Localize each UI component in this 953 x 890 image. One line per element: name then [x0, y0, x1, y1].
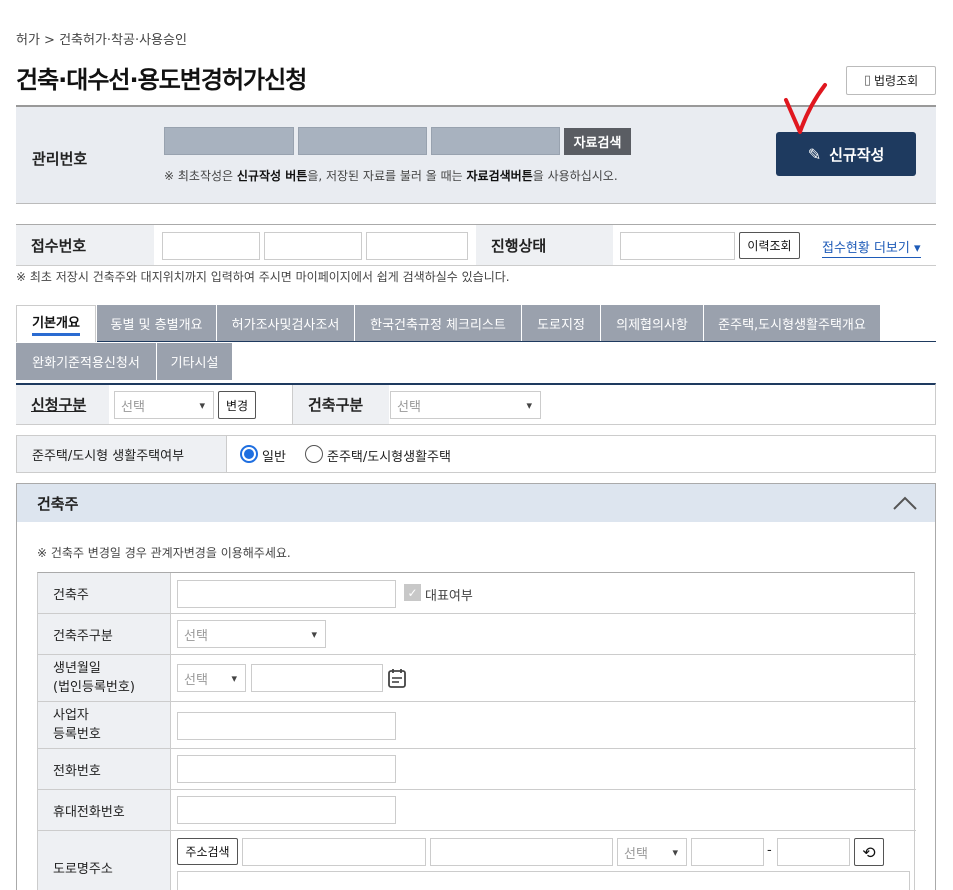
refresh-button[interactable]: ⟲: [854, 838, 884, 866]
status-label: 진행상태: [476, 225, 613, 265]
page-title: 건축·대수선·용도변경허가신청: [16, 66, 307, 94]
management-number-field-1[interactable]: [164, 127, 294, 155]
tab-divider: [97, 341, 936, 342]
build-type-label: 건축구분: [293, 385, 389, 424]
owner-name-field[interactable]: [177, 580, 396, 608]
address-field-3[interactable]: [691, 838, 764, 866]
tab-deemed-consultation[interactable]: 의제협의사항: [601, 305, 703, 342]
radio-urban-housing-label: 준주택/도시형생활주택: [327, 450, 451, 465]
birth-date-label: 생년월일 (법인등록번호): [38, 655, 171, 702]
representative-label: 대표여부: [425, 589, 473, 604]
phone-label: 전화번호: [38, 749, 171, 790]
housing-type-label: 준주택/도시형 생활주택여부: [17, 436, 227, 472]
address-field-2[interactable]: [430, 838, 613, 866]
change-button[interactable]: 변경: [218, 391, 256, 419]
data-search-button[interactable]: 자료검색: [564, 128, 631, 155]
owner-type-label: 건축주구분: [38, 614, 171, 655]
phone-field[interactable]: [177, 755, 396, 783]
tab-inspection-report[interactable]: 허가조사및검사조서: [217, 305, 354, 342]
apply-type-label: 신청구분: [16, 385, 109, 424]
calendar-icon[interactable]: [388, 668, 406, 688]
tab-basic-overview[interactable]: 기본개요: [16, 305, 96, 342]
management-number-field-3[interactable]: [431, 127, 560, 155]
radio-urban-housing[interactable]: [305, 445, 323, 463]
apply-type-select[interactable]: 선택: [114, 391, 214, 419]
address-detail-field[interactable]: [177, 871, 910, 890]
apply-type-row: 신청구분 선택 변경 건축구분 선택: [16, 383, 936, 425]
radio-general-label: 일반: [262, 450, 286, 465]
receipt-row: 접수번호 진행상태 이력조회 접수현황 더보기 ▾: [16, 224, 936, 266]
radio-general[interactable]: [240, 445, 258, 463]
management-number-field-2[interactable]: [298, 127, 427, 155]
birth-date-type-select[interactable]: 선택: [177, 664, 246, 692]
pencil-icon: ✎: [807, 144, 822, 164]
address-field-4[interactable]: [777, 838, 850, 866]
address-search-button[interactable]: 주소검색: [177, 838, 238, 865]
status-field[interactable]: [620, 232, 735, 260]
tab-relaxation-application[interactable]: 완화기준적용신청서: [16, 343, 156, 380]
management-note: ※ 최초작성은 신규작성 버튼을, 저장된 자료를 불러 올 때는 자료검색버튼…: [164, 169, 618, 183]
caret-down-icon: ▾: [909, 241, 921, 256]
address-select[interactable]: 선택: [617, 838, 687, 866]
owner-section-header: 건축주: [17, 484, 935, 522]
owner-section: 건축주 ※ 건축주 변경일 경우 관계자변경을 이용해주세요. 건축주 ✓ 대표…: [16, 483, 936, 890]
tab-other-facilities[interactable]: 기타시설: [157, 343, 232, 380]
business-number-field[interactable]: [177, 712, 396, 740]
document-icon: ▯: [863, 73, 871, 88]
red-checkmark-annotation: [784, 83, 827, 134]
address-field-1[interactable]: [242, 838, 426, 866]
chevron-up-icon[interactable]: [893, 496, 917, 510]
owner-note: ※ 건축주 변경일 경우 관계자변경을 이용해주세요.: [37, 546, 291, 560]
mobile-label: 휴대전화번호: [38, 790, 171, 831]
birth-date-field[interactable]: [251, 664, 383, 692]
tab-korean-building-checklist[interactable]: 한국건축규정 체크리스트: [355, 305, 521, 342]
owner-table: 건축주 ✓ 대표여부 건축주구분 선택 생년월일(법인등록번호) 선택 사업자등…: [37, 572, 916, 890]
save-note: ※ 최초 저장시 건축주와 대지위치까지 입력하여 주시면 마이페이지에서 쉽게…: [16, 270, 510, 284]
tab-urban-housing-overview[interactable]: 준주택,도시형생활주택개요: [704, 305, 880, 342]
address-dash: -: [767, 843, 772, 858]
business-number-label: 사업자 등록번호: [38, 702, 171, 749]
receipt-number-field-2[interactable]: [264, 232, 362, 260]
receipt-more-link[interactable]: 접수현황 더보기 ▾: [822, 237, 921, 258]
management-number-label: 관리번호: [32, 150, 88, 168]
breadcrumb: 허가 > 건축허가·착공·사용승인: [16, 33, 187, 48]
road-address-label: 도로명주소: [38, 831, 171, 890]
representative-checkbox[interactable]: ✓: [404, 584, 421, 601]
new-write-button[interactable]: ✎ 신규작성: [776, 132, 916, 176]
tab-road-designation[interactable]: 도로지정: [522, 305, 600, 342]
receipt-number-field-1[interactable]: [162, 232, 260, 260]
history-button[interactable]: 이력조회: [739, 232, 800, 259]
build-type-select[interactable]: 선택: [390, 391, 541, 419]
tab-building-floor-overview[interactable]: 동별 및 층별개요: [97, 305, 216, 342]
housing-type-row: 준주택/도시형 생활주택여부 일반 준주택/도시형생활주택: [16, 435, 936, 473]
mobile-field[interactable]: [177, 796, 396, 824]
owner-type-select[interactable]: 선택: [177, 620, 326, 648]
law-lookup-button[interactable]: ▯ 법령조회: [846, 66, 936, 95]
receipt-number-label: 접수번호: [16, 225, 154, 265]
refresh-icon: ⟲: [862, 842, 876, 862]
receipt-number-field-3[interactable]: [366, 232, 468, 260]
owner-label: 건축주: [38, 573, 171, 614]
